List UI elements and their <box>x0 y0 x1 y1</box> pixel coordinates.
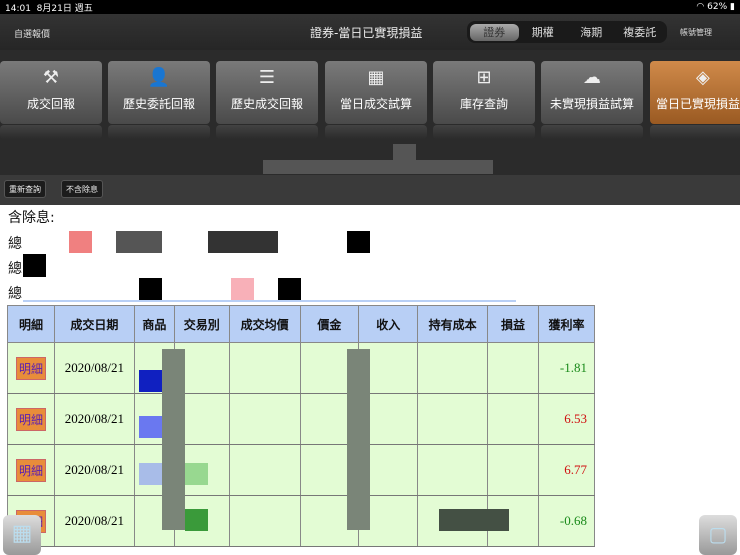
window-icon: ▢ <box>708 522 728 546</box>
tile-unrealized-pl[interactable]: ☁ 未實現損益試算 <box>541 61 643 124</box>
col-return-rate: 獲利率 <box>537 305 596 343</box>
detail-cell: 明細 <box>7 444 55 496</box>
boxes-clock-icon: ◈ <box>696 67 710 88</box>
redacted-column <box>162 349 185 530</box>
table-row: 明細 2020/08/21 -1.81 <box>7 342 596 394</box>
watchlist-link[interactable]: 自選報價 <box>14 27 50 40</box>
segment-overseas-futures[interactable]: 海期 <box>567 24 616 40</box>
col-trade-type: 交易別 <box>173 305 230 343</box>
tile-realized-pl[interactable]: ◈ 當日已實現損益 <box>650 61 740 124</box>
trade-date: 2020/08/21 <box>53 342 135 394</box>
col-amount: 價金 <box>299 305 360 343</box>
trade-date: 2020/08/21 <box>53 393 135 445</box>
redacted-cell <box>185 509 208 531</box>
col-date: 成交日期 <box>53 305 135 343</box>
redacted-cell <box>487 393 539 445</box>
tile-trade-history[interactable]: ☰ 歷史成交回報 <box>216 61 318 124</box>
redacted-cell <box>228 393 301 445</box>
detail-button[interactable]: 明細 <box>15 458 46 482</box>
redacted-cell <box>417 342 489 394</box>
col-product: 商品 <box>133 305 175 343</box>
table-row: 明細 2020/08/21 6.77 <box>7 444 596 496</box>
tile-inventory[interactable]: ⊞ 庫存查詢 <box>433 61 535 124</box>
function-tiles: ⚒ 成交回報 👤 歷史委託回報 ☰ 歷史成交回報 ▦ 當日成交試算 ⊞ 庫存查詢 ☁ 未實現… <box>0 50 740 175</box>
tile-order-history[interactable]: 👤 歷史委託回報 <box>108 61 210 124</box>
redacted-cell <box>185 463 208 485</box>
status-time: 14:01 <box>5 3 31 14</box>
return-rate: -1.81 <box>537 342 596 394</box>
nav-bar: 自選報價 證券-當日已實現損益 證券 期權 海期 複委託 帳號管理 <box>0 14 740 50</box>
return-rate: -0.68 <box>537 495 596 547</box>
return-rate: 6.53 <box>537 393 596 445</box>
redacted-cell <box>228 495 301 547</box>
col-detail: 明細 <box>7 305 55 343</box>
redacted-cell <box>487 342 539 394</box>
col-income: 收入 <box>358 305 419 343</box>
tile-trade-report[interactable]: ⚒ 成交回報 <box>0 61 102 124</box>
redacted-cell <box>139 416 162 438</box>
status-bar: 14:01 8月21日 週五 ◠ 62% ▮ <box>0 0 740 14</box>
cloud-search-icon: ☁ <box>583 67 601 88</box>
tile-daily-trade-calc[interactable]: ▦ 當日成交試算 <box>325 61 427 124</box>
summary-label: 總 <box>8 236 22 252</box>
summary-heading: 含除息: <box>8 210 55 226</box>
redacted-cell <box>417 393 489 445</box>
redacted-cell <box>228 342 301 394</box>
trade-date: 2020/08/21 <box>53 495 135 547</box>
table-row: 明細 2020/08/21 6.53 <box>7 393 596 445</box>
detail-button[interactable]: 明細 <box>15 407 46 431</box>
trade-date: 2020/08/21 <box>53 444 135 496</box>
redacted-cell <box>228 444 301 496</box>
wifi-icon: ◠ <box>696 2 705 12</box>
table-header: 明細 成交日期 商品 交易別 成交均價 價金 收入 持有成本 損益 獲利率 <box>7 305 596 343</box>
requery-button[interactable]: 重新查詢 <box>4 180 46 198</box>
grid-search-icon: ⊞ <box>476 67 492 88</box>
detail-button[interactable]: 明細 <box>15 356 46 380</box>
redacted-cell <box>439 509 509 531</box>
page-title: 證券-當日已實現損益 <box>310 26 423 40</box>
redacted-cell <box>139 463 162 485</box>
battery-percent: 62% <box>707 2 728 12</box>
window-toggle-button[interactable]: ▢ <box>699 515 737 555</box>
account-management-link[interactable]: 帳號管理 <box>680 27 712 38</box>
person-search-icon: 👤 <box>147 67 171 88</box>
detail-cell: 明細 <box>7 342 55 394</box>
col-pl: 損益 <box>487 305 539 343</box>
segment-options[interactable]: 期權 <box>519 24 568 40</box>
grid-menu-button[interactable]: ▦ <box>3 515 41 555</box>
toolbar: 重新查詢 不含除息 <box>0 175 740 205</box>
status-date: 8月21日 週五 <box>36 3 93 14</box>
list-document-icon: ☰ <box>258 67 276 88</box>
return-rate: 6.77 <box>537 444 596 496</box>
gavel-icon: ⚒ <box>42 67 60 88</box>
detail-cell: 明細 <box>7 393 55 445</box>
grid-dollar-icon: ▦ <box>367 67 385 88</box>
no-dividend-button[interactable]: 不含除息 <box>61 180 103 198</box>
redacted-column <box>347 349 370 530</box>
redacted-cell <box>417 444 489 496</box>
market-segment-control: 證券 期權 海期 複委託 <box>467 21 667 43</box>
segment-sub-brokerage[interactable]: 複委託 <box>616 24 665 40</box>
segment-securities[interactable]: 證券 <box>470 23 519 41</box>
col-holding-cost: 持有成本 <box>417 305 489 343</box>
redacted-cell <box>139 370 162 392</box>
grid-icon: ▦ <box>11 521 33 546</box>
redacted-cell <box>487 444 539 496</box>
col-avg-price: 成交均價 <box>228 305 301 343</box>
battery-icon: ▮ <box>730 2 735 12</box>
summary-label: 總 <box>8 261 22 277</box>
summary-label: 總 <box>8 286 22 302</box>
